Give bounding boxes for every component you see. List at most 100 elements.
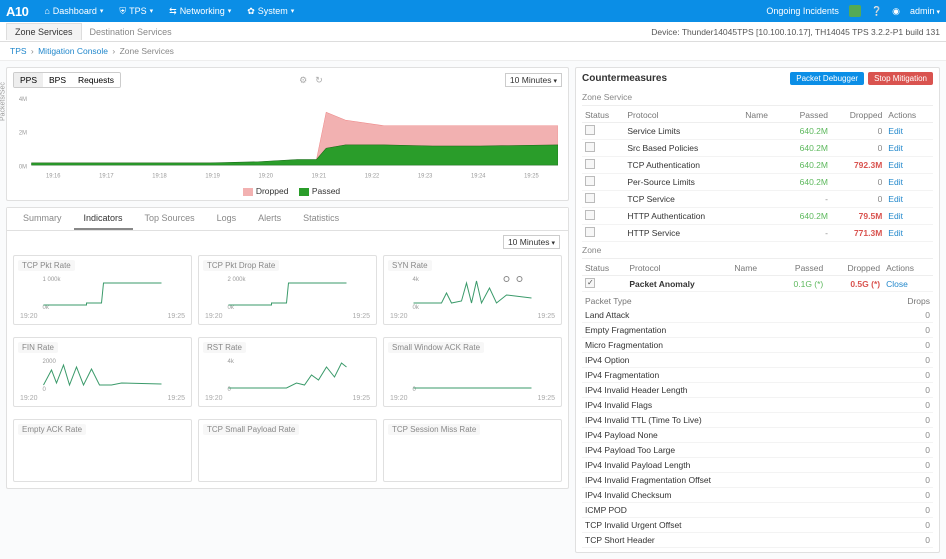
checkbox-icon[interactable] (585, 125, 595, 135)
tab-zone-services[interactable]: Zone Services (6, 23, 82, 40)
mini-chart[interactable]: TCP Session Miss Rate (383, 419, 562, 482)
shield-icon: ⛨ (119, 6, 126, 17)
detail-tabs: Summary Indicators Top Sources Logs Aler… (7, 208, 568, 231)
mini-chart[interactable]: Empty ACK Rate (13, 419, 192, 482)
svg-text:2 000k: 2 000k (228, 277, 247, 283)
crumb-tps[interactable]: TPS (10, 46, 27, 56)
cm-dropped: 0 (831, 140, 885, 157)
checkbox-icon[interactable] (585, 159, 595, 169)
mini-chart[interactable]: SYN Rate 4k 0k 19:2019:25 (383, 255, 562, 325)
mini-title: RST Rate (203, 342, 246, 353)
checkbox-icon[interactable] (585, 176, 595, 186)
mini-chart[interactable]: RST Rate 4k 0 19:2019:25 (198, 337, 377, 407)
stop-mitigation-button[interactable]: Stop Mitigation (868, 72, 933, 85)
alert-icon[interactable] (849, 5, 861, 17)
svg-text:4k: 4k (228, 359, 235, 365)
chart-gear-icon[interactable]: ⚙ (299, 75, 307, 86)
tab-alerts[interactable]: Alerts (248, 208, 291, 230)
service-tabs: Zone Services Destination Services Devic… (0, 22, 946, 42)
mode-requests[interactable]: Requests (72, 73, 120, 87)
svg-text:0: 0 (43, 387, 47, 393)
nav-networking[interactable]: ⇆Networking (163, 3, 237, 20)
zone-row[interactable]: Packet Anomaly 0.1G (*) 0.5G (*) Close (582, 276, 933, 292)
mini-title: TCP Session Miss Rate (388, 424, 480, 435)
tab-summary[interactable]: Summary (13, 208, 72, 230)
chart-refresh-icon[interactable]: ↻ (315, 75, 323, 86)
chart-legend: Dropped Passed (7, 182, 568, 200)
cm-protocol: HTTP Service (624, 225, 742, 242)
mini-title: Empty ACK Rate (18, 424, 86, 435)
cm-protocol: Src Based Policies (624, 140, 742, 157)
mode-pps[interactable]: PPS (14, 73, 43, 87)
close-link[interactable]: Close (883, 276, 933, 292)
tab-top-sources[interactable]: Top Sources (135, 208, 205, 230)
checkbox-icon[interactable] (585, 210, 595, 220)
packet-type-row: IPv4 Invalid Payload Length0 (582, 458, 933, 473)
edit-link[interactable]: Edit (885, 191, 933, 208)
packet-type-name: IPv4 Invalid Checksum (582, 488, 870, 503)
nav-tps[interactable]: ⛨TPS (113, 3, 159, 20)
edit-link[interactable]: Edit (885, 208, 933, 225)
mini-chart[interactable]: TCP Pkt Drop Rate 2 000k 0k 19:2019:25 (198, 255, 377, 325)
cm-passed: 640.2M (783, 157, 831, 174)
tab-indicators[interactable]: Indicators (74, 208, 133, 230)
checkbox-icon[interactable] (585, 278, 595, 288)
svg-text:19:17: 19:17 (99, 172, 114, 180)
packet-type-row: IPv4 Option0 (582, 353, 933, 368)
mode-bps[interactable]: BPS (43, 73, 72, 87)
mini-sparkline: 1 000k 0k (18, 273, 187, 313)
packet-type-row: IPv4 Payload Too Large0 (582, 443, 933, 458)
svg-text:4M: 4M (19, 96, 27, 104)
packet-type-name: IPv4 Invalid Payload Length (582, 458, 870, 473)
svg-text:1 000k: 1 000k (43, 277, 62, 283)
edit-link[interactable]: Edit (885, 157, 933, 174)
packet-type-name: Land Attack (582, 308, 870, 323)
tab-destination-services[interactable]: Destination Services (82, 24, 180, 40)
mini-chart[interactable]: TCP Small Payload Rate (198, 419, 377, 482)
tab-statistics[interactable]: Statistics (293, 208, 349, 230)
crumb-mitigation[interactable]: Mitigation Console (38, 46, 108, 56)
svg-text:19:22: 19:22 (365, 172, 380, 180)
mini-title: TCP Pkt Rate (18, 260, 75, 271)
mini-time-select[interactable]: 10 Minutes (503, 235, 560, 249)
cm-row[interactable]: Src Based Policies 640.2M 0 Edit (582, 140, 933, 157)
mini-sparkline: 2000 0 (18, 355, 187, 395)
ongoing-incidents-link[interactable]: Ongoing Incidents (766, 6, 839, 16)
packet-type-name: ICMP POD (582, 503, 870, 518)
nav-system[interactable]: ✿System (241, 3, 300, 20)
globe-icon[interactable]: ◉ (892, 6, 900, 17)
svg-text:19:20: 19:20 (259, 172, 274, 180)
mini-chart[interactable]: Small Window ACK Rate 0 19:2019:25 (383, 337, 562, 407)
user-menu[interactable]: admin (910, 6, 940, 16)
checkbox-icon[interactable] (585, 227, 595, 237)
cm-row[interactable]: TCP Authentication 640.2M 792.3M Edit (582, 157, 933, 174)
cm-row[interactable]: Per-Source Limits 640.2M 0 Edit (582, 174, 933, 191)
mini-chart[interactable]: FIN Rate 2000 0 19:2019:25 (13, 337, 192, 407)
nav-dashboard[interactable]: ⌂Dashboard (38, 3, 109, 20)
packet-debugger-button[interactable]: Packet Debugger (790, 72, 864, 85)
edit-link[interactable]: Edit (885, 174, 933, 191)
packet-type-name: IPv4 Invalid Header Length (582, 383, 870, 398)
checkbox-icon[interactable] (585, 142, 595, 152)
cm-row[interactable]: Service Limits 640.2M 0 Edit (582, 123, 933, 140)
checkbox-icon[interactable] (585, 193, 595, 203)
packet-type-row: TCP Short Header0 (582, 533, 933, 548)
cm-row[interactable]: HTTP Service - 771.3M Edit (582, 225, 933, 242)
packet-type-drops: 0 (870, 428, 933, 443)
top-navbar: A10 ⌂Dashboard ⛨TPS ⇆Networking ✿System … (0, 0, 946, 22)
edit-link[interactable]: Edit (885, 123, 933, 140)
logo: A10 (6, 4, 28, 19)
edit-link[interactable]: Edit (885, 225, 933, 242)
zone-table: Status Protocol Name Passed Dropped Acti… (582, 261, 933, 292)
cm-passed: 640.2M (783, 140, 831, 157)
help-icon[interactable]: ❔ (871, 6, 882, 17)
svg-text:0M: 0M (19, 163, 27, 171)
chart-time-select[interactable]: 10 Minutes (505, 73, 562, 87)
cm-passed: - (783, 191, 831, 208)
tab-logs[interactable]: Logs (207, 208, 247, 230)
packet-type-name: IPv4 Payload Too Large (582, 443, 870, 458)
cm-row[interactable]: TCP Service - 0 Edit (582, 191, 933, 208)
edit-link[interactable]: Edit (885, 140, 933, 157)
cm-row[interactable]: HTTP Authentication 640.2M 79.5M Edit (582, 208, 933, 225)
mini-chart[interactable]: TCP Pkt Rate 1 000k 0k 19:2019:25 (13, 255, 192, 325)
